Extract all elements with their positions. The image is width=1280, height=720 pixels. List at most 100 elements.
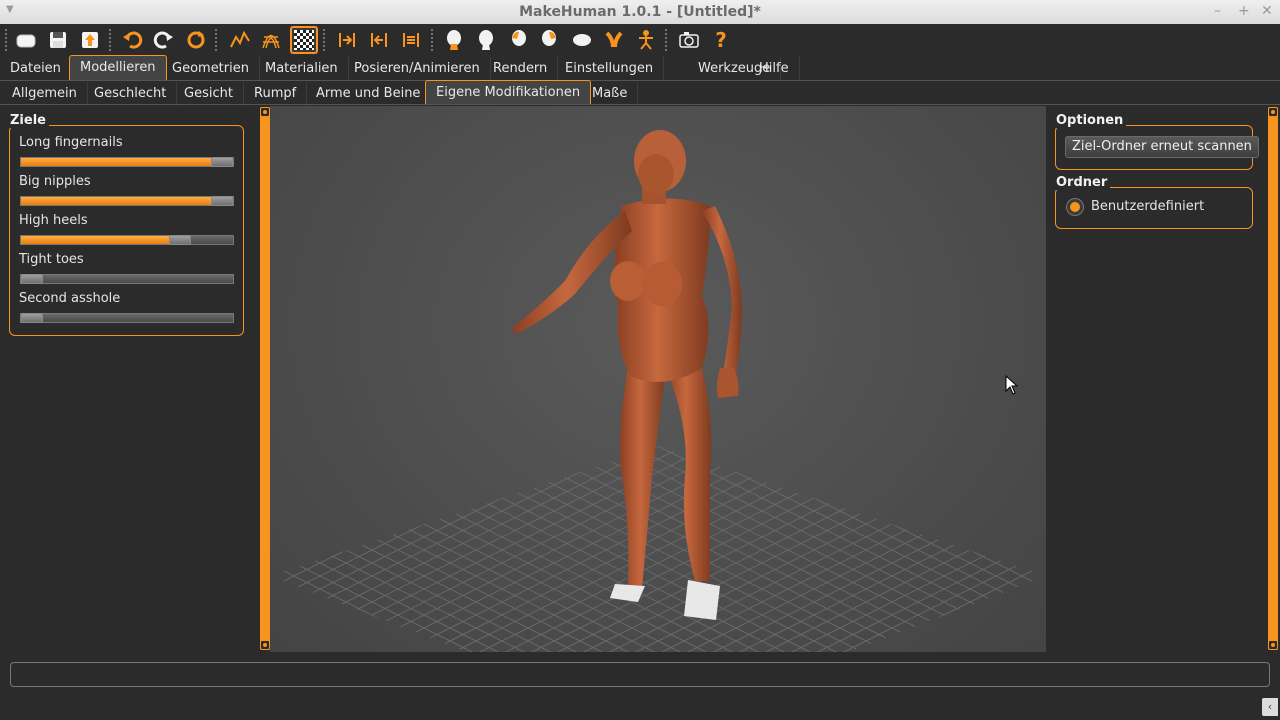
export-icon[interactable]	[76, 26, 104, 54]
tab-dateien[interactable]: Dateien	[0, 57, 72, 81]
tab-rumpf[interactable]: Rumpf	[244, 82, 308, 106]
splitter-bottom-handle-icon[interactable]	[1268, 640, 1278, 650]
toolbar-separator-icon	[108, 28, 112, 52]
grid-line	[475, 446, 997, 652]
slider-handle[interactable]	[21, 274, 43, 284]
slider-label: High heels	[19, 213, 88, 228]
big-nipples-slider[interactable]	[20, 196, 234, 206]
grid-line	[423, 446, 945, 652]
grid-line	[270, 446, 347, 652]
grid-line	[270, 446, 373, 652]
reset-camera-icon[interactable]	[568, 26, 596, 54]
title-bar: ▼ MakeHuman 1.0.1 - [Untitled]* – + ✕	[0, 0, 1280, 24]
grid-line	[293, 446, 815, 652]
grid-line	[270, 446, 503, 652]
grid-line	[917, 446, 1046, 652]
grid-line	[423, 446, 945, 652]
tab-geschlecht[interactable]: Geschlecht	[84, 82, 178, 106]
minimize-icon[interactable]: –	[1214, 3, 1221, 19]
skeleton-icon[interactable]	[632, 26, 660, 54]
grid-line	[813, 446, 1046, 652]
3d-viewport[interactable]	[270, 106, 1046, 652]
grid-line	[319, 446, 841, 652]
folder-radio-label: Benutzerdefiniert	[1091, 199, 1205, 214]
back-view-icon[interactable]	[365, 26, 393, 54]
grid-line	[995, 446, 1046, 652]
tab-posieren-animieren[interactable]: Posieren/Animieren	[344, 57, 491, 81]
toolbar-separator-icon	[214, 28, 218, 52]
grid-line	[319, 446, 841, 652]
grid-line	[813, 446, 1046, 652]
tab-gesicht[interactable]: Gesicht	[174, 82, 244, 106]
tab-geometrien[interactable]: Geometrien	[162, 57, 260, 81]
grid-line	[270, 446, 321, 652]
grid-line	[397, 446, 919, 652]
tight-toes-slider[interactable]	[20, 274, 234, 284]
toolbar-grip-icon[interactable]	[4, 28, 8, 52]
mouse-cursor-icon	[1005, 375, 1019, 395]
side-view-icon[interactable]	[536, 26, 564, 54]
splitter-bottom-handle-icon[interactable]	[260, 640, 270, 650]
reset-icon[interactable]	[182, 26, 210, 54]
new-icon[interactable]	[12, 26, 40, 54]
sub-tab-bar: Allgemein Geschlecht Gesicht Rumpf Arme …	[0, 80, 1280, 106]
toolbar: ?	[0, 24, 1280, 56]
splitter-top-handle-icon[interactable]	[1268, 107, 1278, 117]
tab-masse[interactable]: Maße	[582, 82, 639, 106]
screenshot-icon[interactable]	[675, 26, 703, 54]
collapse-arrow-icon[interactable]: ‹	[1262, 698, 1278, 716]
folder-radio-button[interactable]	[1066, 198, 1084, 216]
grid-line	[475, 446, 997, 652]
bottom-view-icon[interactable]	[504, 26, 532, 54]
left-view-icon[interactable]	[397, 26, 425, 54]
undo-icon[interactable]	[118, 26, 146, 54]
makehuman-window: ▼ MakeHuman 1.0.1 - [Untitled]* – + ✕ ? …	[0, 0, 1280, 720]
top-view-icon[interactable]	[472, 26, 500, 54]
tab-rendern[interactable]: Rendern	[483, 57, 559, 81]
second-asshole-slider[interactable]	[20, 313, 234, 323]
save-icon[interactable]	[44, 26, 72, 54]
grid-line	[501, 446, 1023, 652]
left-splitter[interactable]	[260, 107, 270, 650]
long-fingernails-slider[interactable]	[20, 157, 234, 167]
tab-modellieren[interactable]: Modellieren	[69, 55, 167, 81]
status-bar	[10, 662, 1270, 687]
tab-arme-und-beine[interactable]: Arme und Beine	[306, 82, 432, 106]
grid-line	[345, 446, 867, 652]
right-view-icon[interactable]	[440, 26, 468, 54]
slider-handle[interactable]	[169, 235, 191, 245]
redo-icon[interactable]	[150, 26, 178, 54]
slider-handle[interactable]	[21, 313, 43, 323]
tab-hilfe[interactable]: Hilfe	[749, 57, 800, 81]
maximize-icon[interactable]: +	[1238, 3, 1250, 19]
wireframe-icon[interactable]	[257, 26, 285, 54]
grid-line	[943, 446, 1046, 652]
rescan-targets-button[interactable]: Ziel-Ordner erneut scannen	[1065, 136, 1259, 158]
slider-label: Long fingernails	[19, 135, 123, 150]
floor-grid	[270, 446, 1046, 652]
options-group-title: Optionen	[1053, 113, 1127, 128]
tab-materialien[interactable]: Materialien	[255, 57, 349, 81]
close-icon[interactable]: ✕	[1261, 3, 1273, 19]
window-title: MakeHuman 1.0.1 - [Untitled]*	[519, 4, 761, 20]
main-tab-bar: Dateien Modellieren Geometrien Materiali…	[0, 55, 1280, 81]
front-view-icon[interactable]	[333, 26, 361, 54]
grid-line	[397, 446, 919, 652]
grid-line	[270, 446, 399, 652]
splitter-top-handle-icon[interactable]	[260, 107, 270, 117]
grid-line	[917, 446, 1046, 652]
background-icon[interactable]	[290, 26, 318, 54]
slider-label: Tight toes	[19, 252, 84, 267]
slider-handle[interactable]	[211, 196, 233, 206]
pose-icon[interactable]	[600, 26, 628, 54]
grid-line	[270, 446, 295, 652]
slider-handle[interactable]	[211, 157, 233, 167]
tab-eigene-modifikationen[interactable]: Eigene Modifikationen	[425, 80, 592, 104]
high-heels-slider[interactable]	[20, 235, 234, 245]
tab-allgemein[interactable]: Allgemein	[2, 82, 88, 106]
right-splitter[interactable]	[1268, 107, 1278, 650]
smooth-icon[interactable]	[226, 26, 254, 54]
tab-einstellungen[interactable]: Einstellungen	[555, 57, 665, 81]
help-icon[interactable]: ?	[707, 26, 735, 54]
grid-line	[1021, 446, 1046, 652]
